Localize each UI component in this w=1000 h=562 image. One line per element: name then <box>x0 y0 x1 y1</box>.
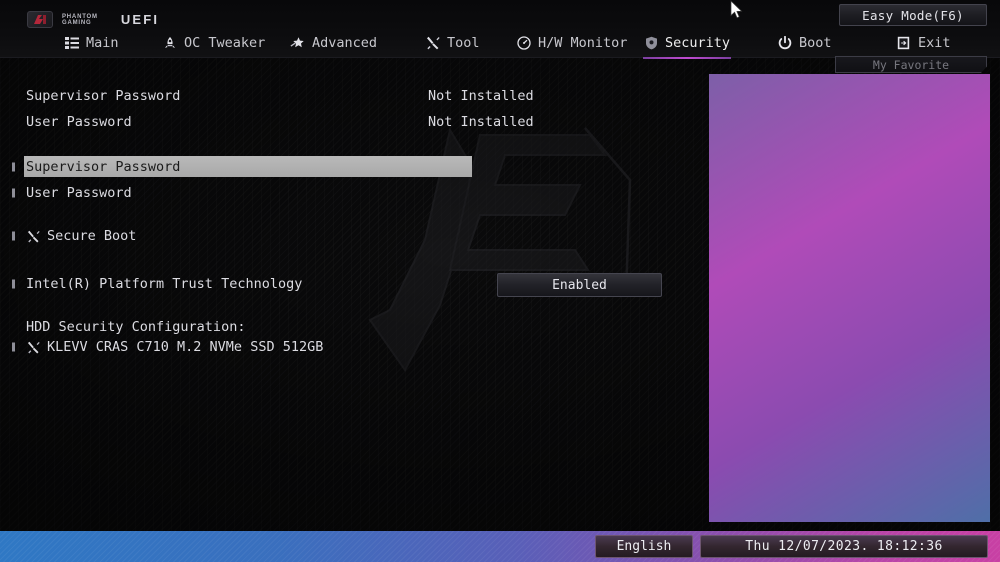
status-label-supervisor-password: Supervisor Password <box>26 87 181 104</box>
bullet-marker <box>12 188 15 198</box>
bullet-marker <box>12 162 15 172</box>
temperature-voltage-title: Temperature & Voltage <box>715 80 865 94</box>
menu-item-hdd-device[interactable]: KLEVV CRAS C710 M.2 NVMe SSD 512GB <box>0 336 700 358</box>
nav-item-boot[interactable]: Boot <box>775 27 834 58</box>
divider <box>715 246 983 247</box>
status-value-user-password: Not Installed <box>428 113 534 130</box>
pcore-ratio-value: 60x (5985) <box>715 199 787 213</box>
divider <box>715 158 983 159</box>
nav-label-main: Main <box>86 34 119 51</box>
my-favorite-button[interactable]: My Favorite <box>835 56 987 73</box>
brand-logo: PHANTOM GAMING UEFI <box>27 11 159 28</box>
power-icon <box>777 35 792 50</box>
main-nav: Main OC Tweaker Advanced Tool H/W Monito… <box>0 27 1000 59</box>
cpu-grid-row-1: P-Core Ratio 60x (5985) E-Core Ratio 44x… <box>715 184 983 218</box>
temperature-voltage-section: Temperature & Voltage CPU Temperature 34… <box>715 80 983 164</box>
tools-icon <box>26 229 40 243</box>
nav-label-exit: Exit <box>918 34 951 51</box>
system-info-sidebar: Temperature & Voltage CPU Temperature 34… <box>709 74 990 522</box>
cpu-voltage-value: 1.424V <box>715 145 758 159</box>
ecore-ratio-label: E-Core Ratio <box>857 184 943 198</box>
menu-label-hdd-device: KLEVV CRAS C710 M.2 NVMe SSD 512GB <box>47 339 324 355</box>
rocket-icon <box>162 35 177 50</box>
status-label-user-password: User Password <box>26 113 132 130</box>
uefi-title: UEFI <box>120 12 160 27</box>
bullet-marker <box>12 342 15 352</box>
ecore-ratio-value: 44x (4389) <box>857 199 929 213</box>
tools-icon <box>26 340 40 354</box>
mb-temperature-value: 32.0°C <box>857 111 900 125</box>
memory-section: Memory Frequency 4400 MHz Capacity 24 GB <box>715 256 983 306</box>
phantom-gaming-emblem-icon <box>27 11 53 28</box>
cpu-voltage-label: CPU Voltage <box>715 130 794 144</box>
menu-item-user-password[interactable]: User Password <box>0 182 700 204</box>
nav-item-security[interactable]: Security <box>643 27 731 59</box>
menu-label-user-password: User Password <box>26 185 132 201</box>
star-icon <box>290 35 305 50</box>
menu-label-hdd-device-wrap: KLEVV CRAS C710 M.2 NVMe SSD 512GB <box>26 339 323 355</box>
menu-label-secure-boot: Secure Boot <box>47 228 137 244</box>
language-button[interactable]: English <box>595 535 693 558</box>
status-row-user-password: User Password Not Installed <box>0 110 700 133</box>
memory-frequency-value: 4400 MHz <box>715 287 772 301</box>
datetime-display[interactable]: Thu 12/07/2023. 18:12:36 <box>700 535 988 558</box>
ptt-value-dropdown[interactable]: Enabled <box>497 273 662 297</box>
menu-item-secure-boot[interactable]: Secure Boot <box>0 225 700 247</box>
shield-icon <box>645 35 658 50</box>
bullet-marker <box>12 231 15 241</box>
nav-item-exit[interactable]: Exit <box>894 27 953 58</box>
cpu-section-title: CPU <box>715 168 737 182</box>
quality-value: 89 <box>857 233 872 247</box>
bullet-marker <box>12 279 15 289</box>
nav-label-security: Security <box>665 34 731 51</box>
temp-grid-row-1: CPU Temperature 34.0°C M/B Temperature 3… <box>715 96 983 130</box>
nav-item-tool[interactable]: Tool <box>423 27 482 58</box>
divider <box>715 312 983 313</box>
memory-grid-row-1: Frequency 4400 MHz Capacity 24 GB <box>715 272 983 306</box>
memory-capacity-value: 24 GB <box>857 287 893 301</box>
nav-label-oc-tweaker: OC Tweaker <box>184 34 266 51</box>
cpu-section: CPU P-Core Ratio 60x (5985) E-Core Ratio… <box>715 168 983 252</box>
status-value-supervisor-password: Not Installed <box>428 87 534 104</box>
memory-capacity-label: Capacity <box>857 272 914 286</box>
cpu-temperature-value: 34.0°C <box>715 111 758 125</box>
exit-icon <box>896 35 911 50</box>
bclk-frequency-value: 99.756MHz <box>715 233 779 247</box>
mouse-cursor <box>730 0 744 20</box>
menu-item-supervisor-password[interactable]: Supervisor Password <box>0 156 700 178</box>
nav-item-oc-tweaker[interactable]: OC Tweaker <box>160 27 267 58</box>
tools-icon <box>425 35 440 50</box>
nav-label-boot: Boot <box>799 34 832 51</box>
mb-temperature-label: M/B Temperature <box>857 96 964 110</box>
nav-item-hw-monitor[interactable]: H/W Monitor <box>514 27 629 58</box>
brand-wordmark: PHANTOM GAMING <box>62 14 98 26</box>
memory-section-title: Memory <box>715 256 758 270</box>
pcore-ratio-label: P-Core Ratio <box>715 184 801 198</box>
description-body: Set or change the password for the admin… <box>725 343 977 458</box>
menu-label-supervisor-password: Supervisor Password <box>26 159 181 175</box>
nav-label-hw-monitor: H/W Monitor <box>538 34 628 51</box>
easy-mode-button[interactable]: Easy Mode(F6) <box>839 4 987 26</box>
gauge-icon <box>516 35 531 50</box>
nav-label-advanced: Advanced <box>312 34 378 51</box>
memory-frequency-label: Frequency <box>715 272 779 286</box>
cpu-temperature-label: CPU Temperature <box>715 96 822 110</box>
bclk-frequency-label: BCLK Frequency <box>715 218 815 232</box>
brand-line-2: GAMING <box>62 19 92 26</box>
top-header-bar: PHANTOM GAMING UEFI Main OC Tweaker Adva… <box>0 0 1000 59</box>
nav-label-tool: Tool <box>447 34 480 51</box>
menu-label-ptt: Intel(R) Platform Trust Technology <box>26 276 303 292</box>
status-row-supervisor-password: Supervisor Password Not Installed <box>0 84 700 107</box>
nav-item-main[interactable]: Main <box>62 27 121 58</box>
menu-label-secure-boot-wrap: Secure Boot <box>26 228 136 244</box>
quality-label: Quality <box>857 218 907 232</box>
list-icon <box>64 35 79 50</box>
description-title: Description <box>715 323 802 338</box>
hdd-security-section-label: HDD Security Configuration: <box>26 319 246 335</box>
nav-item-advanced[interactable]: Advanced <box>288 27 379 58</box>
